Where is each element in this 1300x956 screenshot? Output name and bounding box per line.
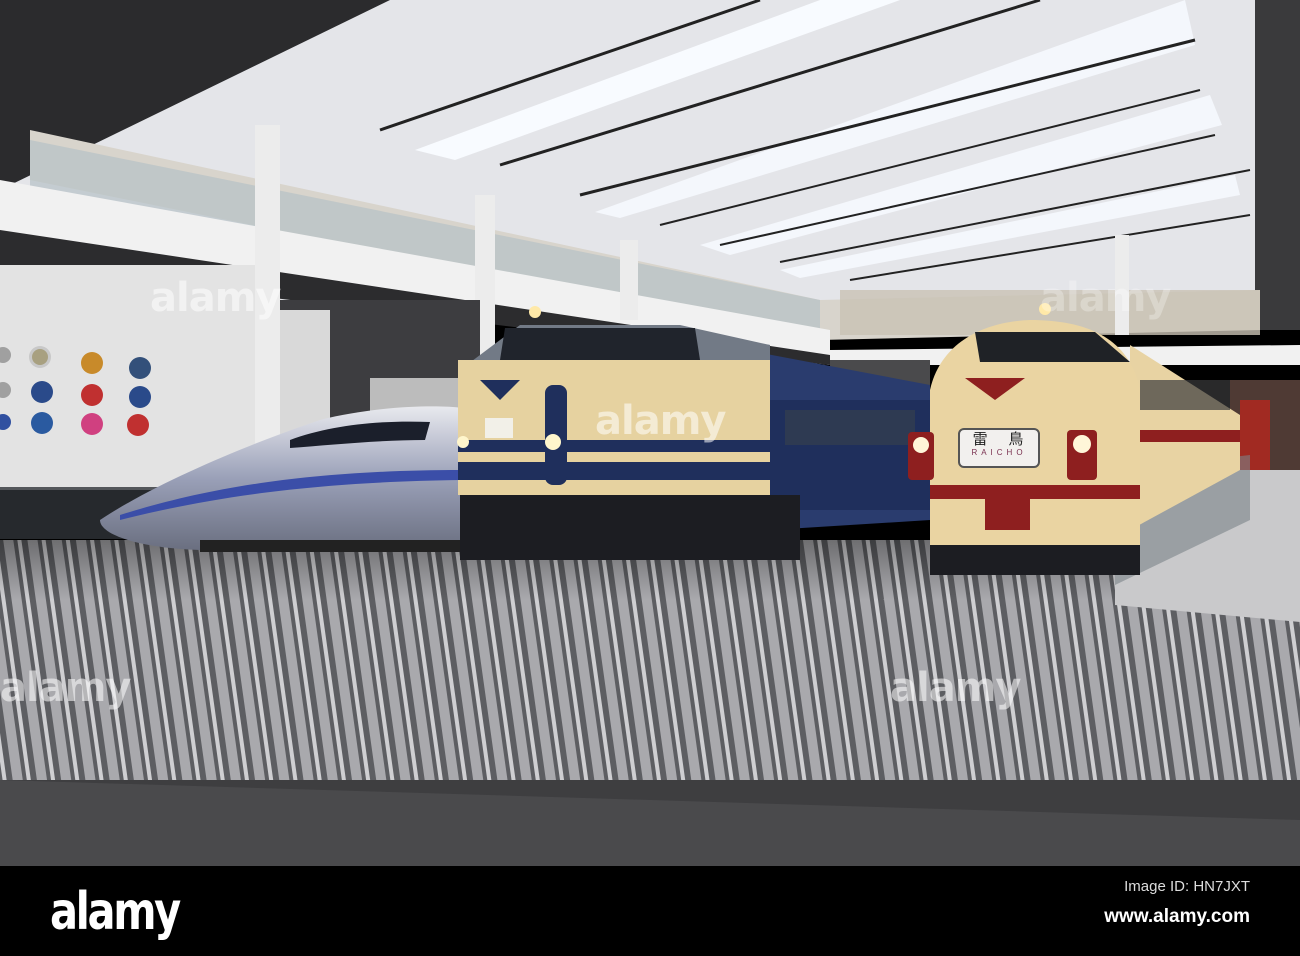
headboard-kanji: 雷 鳥 [972,430,1032,448]
watermark: alamy [1040,275,1171,321]
footer-bar: alamy Image ID: HN7JXT www.alamy.com [0,866,1300,956]
raicho-headboard: 雷 鳥 RAICHO [958,428,1040,468]
website-link[interactable]: www.alamy.com [1104,906,1250,928]
watermark: alamy [0,665,131,711]
watermark: alamy [595,398,726,444]
right-wall [1255,0,1300,330]
watermark: alamy [890,665,1021,711]
alamy-logo: alamy [50,882,181,942]
image-id: Image ID: HN7JXT [1124,878,1250,895]
headboard-roman: RAICHO [971,448,1027,457]
watermark: alamy [150,275,281,321]
